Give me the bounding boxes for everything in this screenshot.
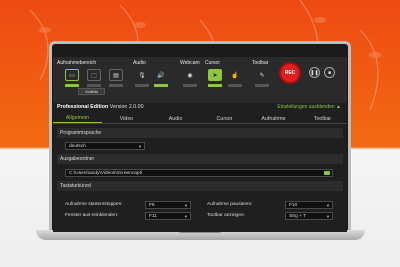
hotkey-select-pause[interactable]: F10 ▼: [285, 201, 333, 209]
screen-recorder-window: Aufnahmebereich Audio Webcam Cursor Tool…: [53, 57, 347, 232]
region-select-icon[interactable]: ⬚: [87, 69, 101, 81]
hotkey-select-start-stop[interactable]: F9 ▼: [145, 201, 191, 209]
edition-name: Professional Edition: [57, 104, 109, 110]
recorder-toolbar: Aufnahmebereich Audio Webcam Cursor Tool…: [53, 57, 347, 103]
tab-cursor[interactable]: Cursor: [200, 114, 249, 123]
output-folder-field[interactable]: C:\Users\andy\Videos\Screencapt\: [65, 169, 333, 177]
group-label-webcam: Webcam: [180, 60, 200, 66]
monitor-icon[interactable]: ▭: [65, 69, 79, 81]
tab-allgemein[interactable]: Allgemein: [53, 114, 102, 123]
cursor-arrow-icon[interactable]: ➤: [208, 69, 222, 81]
group-label-aufnahmebereich: Aufnahmebereich: [57, 60, 97, 66]
chevron-down-icon: ▼: [138, 144, 142, 149]
tab-audio[interactable]: Audio: [151, 114, 200, 123]
webcam-icon[interactable]: ◉: [183, 69, 197, 81]
version-label: Version 2.0.00: [109, 104, 144, 110]
microphone-indicator: [135, 84, 149, 87]
chevron-down-icon: ▼: [326, 214, 330, 219]
tab-aufnahme[interactable]: Aufnahme: [249, 114, 298, 123]
hotkey-select-toolbar[interactable]: Strg + T ▼: [285, 212, 333, 220]
speaker-icon[interactable]: 🔊: [154, 69, 168, 81]
webcam-indicator: [183, 84, 197, 87]
hotkey-select-window-toggle[interactable]: F11 ▼: [145, 212, 191, 220]
region-indicator: [87, 84, 101, 87]
hotkey-label-window-toggle: Fenster aus-/einblenden:: [65, 213, 119, 218]
fullscreen-indicator: [65, 84, 79, 87]
settings-tabs: Allgemein Video Audio Cursor Aufnahme To…: [53, 114, 347, 123]
output-section-header: Ausgabeordner: [57, 154, 343, 164]
window-indicator: [109, 84, 123, 87]
click-icon[interactable]: ☝: [228, 69, 242, 81]
group-label-audio: Audio: [133, 60, 146, 66]
chevron-down-icon: ▼: [326, 203, 330, 208]
group-label-cursor: Cursor: [205, 60, 221, 66]
click-indicator: [228, 84, 242, 87]
tab-video[interactable]: Video: [102, 114, 151, 123]
wrench-icon[interactable]: ✎: [255, 69, 269, 81]
stop-icon[interactable]: ■: [324, 67, 335, 78]
group-label-toolbar: Toolbar: [252, 60, 269, 66]
hotkey-label-pause: Aufnahme pausieren:: [207, 202, 253, 207]
window-icon[interactable]: ▤: [109, 69, 123, 81]
hotkey-label-toolbar: Toolbar anzeigen:: [207, 213, 245, 218]
chevron-down-icon: ▼: [184, 203, 188, 208]
edition-info: Professional Edition Version 2.0.00: [57, 104, 144, 110]
folder-icon[interactable]: [324, 171, 330, 175]
cursor-indicator: [208, 84, 222, 87]
chevron-down-icon: ▼: [184, 214, 188, 219]
hide-settings-link[interactable]: Einstellungen ausblenden ▲: [277, 104, 341, 110]
hotkeys-section-header: Tastaturkürzel: [57, 181, 343, 191]
record-button[interactable]: REC: [279, 62, 301, 84]
pause-icon[interactable]: ❚❚: [309, 67, 320, 78]
hotkey-label-start-stop: Aufnahme starten/stoppen:: [65, 202, 123, 207]
microphone-icon[interactable]: 🎙: [135, 69, 149, 81]
tab-toolbar[interactable]: Toolbar: [298, 114, 347, 123]
vollbild-dropdown[interactable]: Vollbild: [78, 88, 105, 95]
speaker-indicator: [154, 84, 168, 87]
language-section-header: Programmsprache: [57, 128, 343, 138]
tools-indicator: [255, 84, 269, 87]
tab-divider: [53, 123, 347, 124]
language-select[interactable]: deutsch ▼: [65, 142, 145, 150]
